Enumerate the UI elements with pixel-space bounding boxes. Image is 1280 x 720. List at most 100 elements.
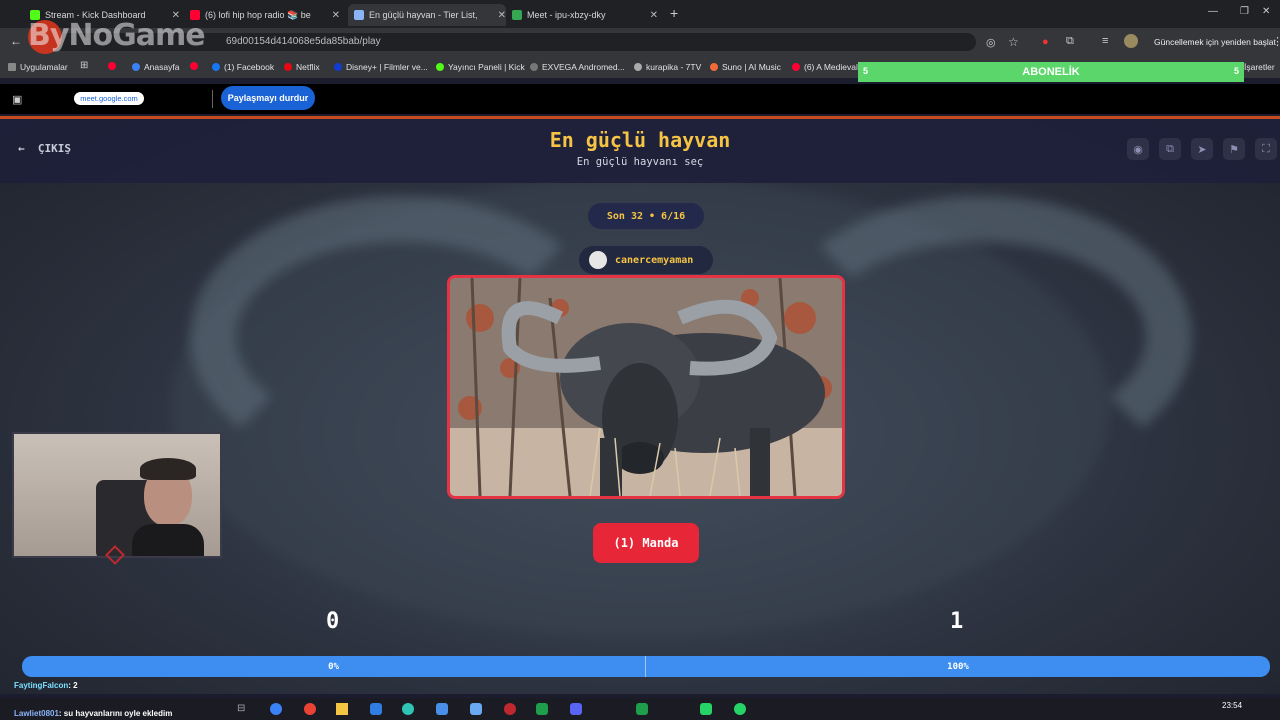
creator-pill[interactable]: canercemyaman bbox=[579, 246, 713, 274]
app-icon[interactable] bbox=[402, 703, 414, 715]
screen-share-icon: ▣ bbox=[12, 94, 23, 106]
bookmark-kick[interactable]: Yayıncı Paneli | Kick bbox=[436, 62, 525, 72]
profile-avatar[interactable] bbox=[1124, 34, 1138, 48]
person-body bbox=[132, 524, 204, 556]
media-icon[interactable]: ≡ bbox=[1102, 35, 1108, 47]
chat-message: : 2 bbox=[68, 681, 78, 690]
bookmark-label: İşaretler bbox=[1244, 62, 1275, 72]
meet-domain-pill: meet.google.com bbox=[74, 92, 144, 105]
vote-percentage-bar: 0% 100% bbox=[22, 656, 1270, 677]
tab-label: Meet - ipu-xbzy-dky bbox=[527, 10, 606, 20]
app-icon[interactable] bbox=[734, 703, 746, 715]
eye-icon[interactable]: ◉ bbox=[1127, 138, 1149, 160]
chrome-icon[interactable] bbox=[304, 703, 316, 715]
exvega-icon bbox=[530, 63, 538, 71]
percent-left: 0% bbox=[328, 661, 339, 672]
bookmark-disney[interactable]: Disney+ | Filmler ve... bbox=[334, 62, 428, 72]
tab-label: (6) lofi hip hop radio 📚 be bbox=[205, 9, 311, 20]
bookmark-label: (1) Facebook bbox=[224, 62, 275, 72]
excel-icon[interactable] bbox=[536, 703, 548, 715]
apps-grid-icon bbox=[8, 63, 16, 71]
grid-icon[interactable]: ⊞ bbox=[80, 60, 88, 71]
youtube-icon bbox=[108, 62, 116, 70]
extension-icon[interactable]: ● bbox=[1042, 36, 1049, 48]
puzzle-icon[interactable]: ⧉ bbox=[1066, 35, 1074, 48]
score-left: 0 bbox=[326, 609, 340, 634]
discord-icon[interactable] bbox=[570, 703, 582, 715]
youtube-icon bbox=[792, 63, 800, 71]
score-right: 1 bbox=[950, 609, 964, 634]
folder-icon[interactable] bbox=[336, 703, 348, 715]
page-title: En güçlü hayvan bbox=[549, 128, 731, 152]
kick-icon bbox=[436, 63, 444, 71]
bookmark-label: Uygulamalar bbox=[20, 62, 68, 72]
percent-right: 100% bbox=[947, 661, 969, 672]
bookmark-label: Anasayfa bbox=[144, 62, 180, 72]
bookmark-label: Disney+ | Filmler ve... bbox=[346, 62, 428, 72]
chat-message: : su hayvanlarını oyle ekledim bbox=[58, 709, 173, 718]
edge-icon[interactable] bbox=[270, 703, 282, 715]
bookmarks-more[interactable]: İşaretler bbox=[1244, 62, 1275, 72]
fullscreen-icon[interactable]: ⛶ bbox=[1255, 138, 1277, 160]
new-tab-icon[interactable]: + bbox=[670, 5, 678, 21]
bookmark-apps[interactable]: Uygulamalar bbox=[8, 62, 68, 72]
app-icon[interactable] bbox=[436, 703, 448, 715]
subscription-goal-bar: 5 ABONELİK 5 bbox=[858, 62, 1244, 82]
screen-share-bar: ▣ bbox=[0, 84, 1280, 114]
app-icon[interactable] bbox=[504, 703, 516, 715]
maximize-icon[interactable]: ❐ bbox=[1240, 6, 1249, 17]
task-view-icon[interactable]: ⊟ bbox=[237, 703, 245, 714]
tab-lofi-radio[interactable]: (6) lofi hip hop radio 📚 be ✕ bbox=[190, 4, 340, 26]
facebook-icon bbox=[212, 63, 220, 71]
bookmark-7tv[interactable]: kurapika - 7TV bbox=[634, 62, 701, 72]
home-icon bbox=[132, 63, 140, 71]
minimize-icon[interactable]: — bbox=[1208, 6, 1218, 17]
bookmark-netflix[interactable]: Netflix bbox=[284, 62, 320, 72]
star-icon[interactable]: ☆ bbox=[1008, 35, 1019, 49]
app-icon[interactable] bbox=[470, 703, 482, 715]
taskbar: ⊟ bbox=[0, 698, 1280, 720]
buffalo-image bbox=[450, 278, 842, 496]
close-icon[interactable]: ✕ bbox=[332, 10, 340, 21]
choice-image-card[interactable] bbox=[447, 275, 845, 499]
whatsapp-icon[interactable] bbox=[700, 703, 712, 715]
bookmark-suno[interactable]: Suno | AI Music bbox=[710, 62, 781, 72]
send-icon[interactable]: ➤ bbox=[1191, 138, 1213, 160]
netflix-icon bbox=[284, 63, 292, 71]
close-window-icon[interactable]: ✕ bbox=[1262, 6, 1270, 17]
chat-line: Lawliet0801: su hayvanlarını oyle ekledi… bbox=[14, 709, 172, 718]
close-icon[interactable]: ✕ bbox=[498, 10, 506, 21]
avatar bbox=[589, 251, 607, 269]
page-subtitle: En güçlü hayvanı seç bbox=[576, 156, 704, 168]
back-arrow-icon[interactable]: ← bbox=[10, 34, 22, 48]
streamer-logo: ByNoGame bbox=[28, 18, 206, 53]
bookmark-anasayfa[interactable]: Anasayfa bbox=[132, 62, 179, 72]
person-hair bbox=[140, 458, 196, 480]
eye-off-icon[interactable]: ◎ bbox=[986, 36, 996, 49]
bookmark-youtube[interactable] bbox=[108, 62, 120, 70]
bookmark-label: Suno | AI Music bbox=[722, 62, 781, 72]
bookmark-label: kurapika - 7TV bbox=[646, 62, 702, 72]
bookmark-youtube-2[interactable] bbox=[190, 62, 202, 70]
bookmark-medieval[interactable]: (6) A Medieval bbox=[792, 62, 858, 72]
choice-button[interactable]: (1) Manda bbox=[593, 523, 699, 563]
menu-dots-icon[interactable]: ⋮ bbox=[1272, 35, 1280, 48]
close-icon[interactable]: ✕ bbox=[650, 10, 658, 21]
bookmark-facebook[interactable]: (1) Facebook bbox=[212, 62, 274, 72]
update-button[interactable]: Güncellemek için yeniden başlat bbox=[1154, 37, 1276, 47]
tab-meet[interactable]: Meet - ipu-xbzy-dky ✕ bbox=[512, 4, 658, 26]
stop-sharing-button[interactable]: Paylaşmayı durdur bbox=[221, 86, 315, 110]
meet-icon bbox=[512, 10, 522, 20]
share-icon[interactable]: ⧉ bbox=[1159, 138, 1181, 160]
tab-label: En güçlü hayvan - Tier List, bbox=[369, 10, 478, 20]
app-icon[interactable] bbox=[370, 703, 382, 715]
bookmark-exvega[interactable]: EXVEGA Andromed... bbox=[530, 62, 625, 72]
sub-count-right: 5 bbox=[1233, 66, 1239, 76]
tab-tier-list[interactable]: En güçlü hayvan - Tier List, ✕ bbox=[348, 4, 506, 26]
bookmark-label: Yayıncı Paneli | Kick bbox=[448, 62, 525, 72]
7tv-icon bbox=[634, 63, 642, 71]
divider bbox=[212, 90, 213, 108]
app-icon[interactable] bbox=[636, 703, 648, 715]
webcam-overlay bbox=[12, 432, 222, 558]
flag-icon[interactable]: ⚑ bbox=[1223, 138, 1245, 160]
